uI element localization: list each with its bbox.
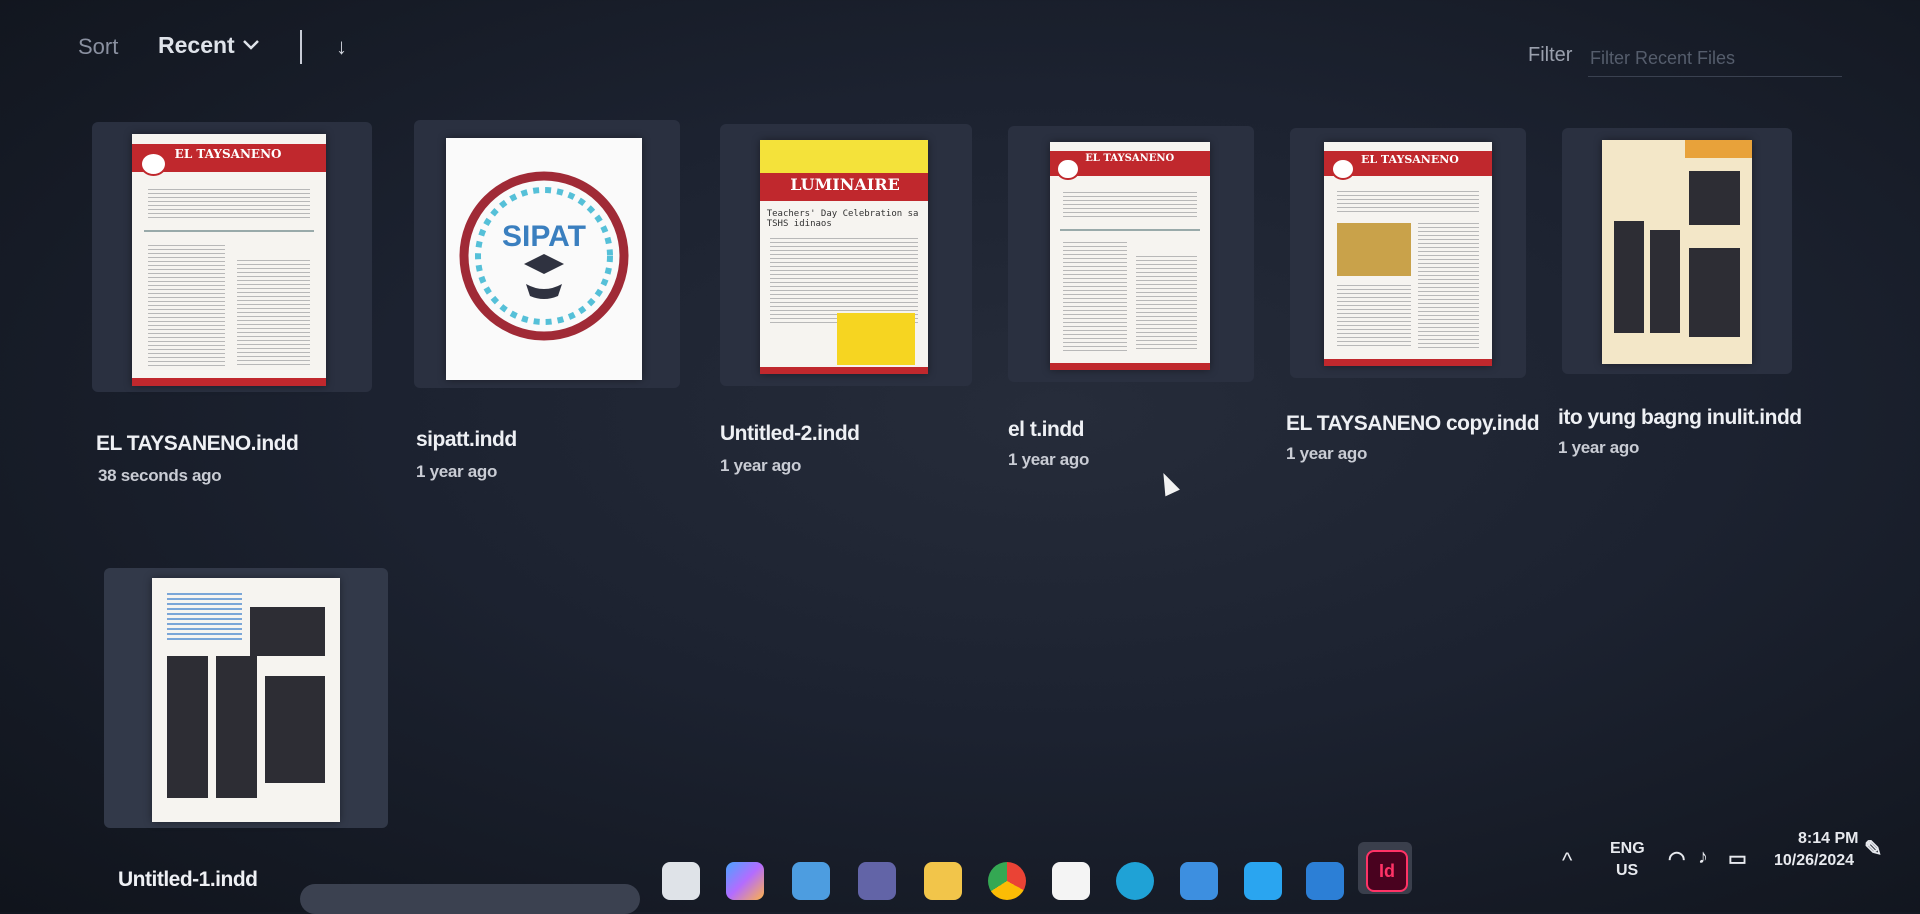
luminaire-preview: LUMINAIRE Teachers' Day Celebration sa T… [760, 140, 928, 374]
newspaper-preview: EL TAYSANENO [1324, 142, 1492, 366]
chrome-icon[interactable] [988, 862, 1026, 900]
file-time: 1 year ago [720, 456, 802, 475]
recent-files-toolbar: Sort Recent ↓ Filter [0, 0, 1920, 90]
file-name[interactable]: el t.indd [1008, 418, 1085, 442]
file-name[interactable]: EL TAYSANENO copy.indd [1286, 412, 1540, 436]
toolbar-divider [300, 30, 302, 64]
teams-icon[interactable] [858, 862, 896, 900]
battery-icon[interactable]: ▭ [1728, 846, 1747, 871]
sort-label: Sort [78, 34, 119, 59]
svg-text:SIPAT: SIPAT [502, 220, 586, 253]
sipat-preview: SIPAT [446, 138, 642, 380]
mouse-cursor [1156, 469, 1180, 497]
outlook-icon[interactable] [1306, 862, 1344, 900]
chevron-up-icon[interactable]: ^ [1562, 848, 1572, 874]
language-region[interactable]: US [1616, 862, 1638, 880]
notification-icon[interactable]: ✎ [1864, 836, 1882, 862]
indesign-icon[interactable]: Id [1366, 850, 1408, 892]
layout-preview [1602, 140, 1752, 364]
file-name[interactable]: EL TAYSANENO.indd [96, 432, 299, 456]
file-time: 1 year ago [416, 462, 498, 481]
taskbar-search[interactable] [300, 884, 640, 914]
vscode-icon[interactable] [1244, 862, 1282, 900]
copilot-icon[interactable] [726, 862, 764, 900]
store-icon[interactable] [1052, 862, 1090, 900]
logo-icon [1056, 157, 1080, 181]
filter-input[interactable] [1588, 40, 1842, 77]
wifi-icon[interactable]: ◠ [1668, 846, 1685, 871]
clock-time[interactable]: 8:14 PM [1798, 830, 1858, 848]
layout-preview [152, 578, 340, 822]
file-time: 38 seconds ago [98, 466, 222, 485]
filter-label: Filter [1528, 44, 1573, 66]
logo-icon [139, 151, 168, 176]
sort-dropdown[interactable]: Recent [158, 32, 235, 59]
volume-icon[interactable]: ♪ [1698, 846, 1708, 869]
logo-icon [1330, 157, 1355, 180]
file-name[interactable]: ito yung bagng inulit.indd [1558, 406, 1802, 430]
file-time: 1 year ago [1286, 444, 1368, 463]
edge-icon[interactable] [1116, 862, 1154, 900]
file-name[interactable]: sipatt.indd [416, 428, 517, 452]
file-name[interactable]: Untitled-2.indd [720, 422, 860, 446]
chevron-down-icon[interactable] [242, 38, 260, 52]
folder-icon[interactable] [924, 862, 962, 900]
file-time: 1 year ago [1558, 438, 1640, 457]
newspaper-preview: EL TAYSANENO [1050, 142, 1210, 370]
sort-direction-icon[interactable]: ↓ [336, 34, 347, 60]
file-explorer-icon[interactable] [662, 862, 700, 900]
clock-date[interactable]: 10/26/2024 [1774, 852, 1854, 870]
file-time: 1 year ago [1008, 450, 1090, 469]
notepad-icon[interactable] [792, 862, 830, 900]
language-code[interactable]: ENG [1610, 840, 1645, 858]
newspaper-preview: EL TAYSANENO [132, 134, 326, 386]
app-icon[interactable] [1180, 862, 1218, 900]
